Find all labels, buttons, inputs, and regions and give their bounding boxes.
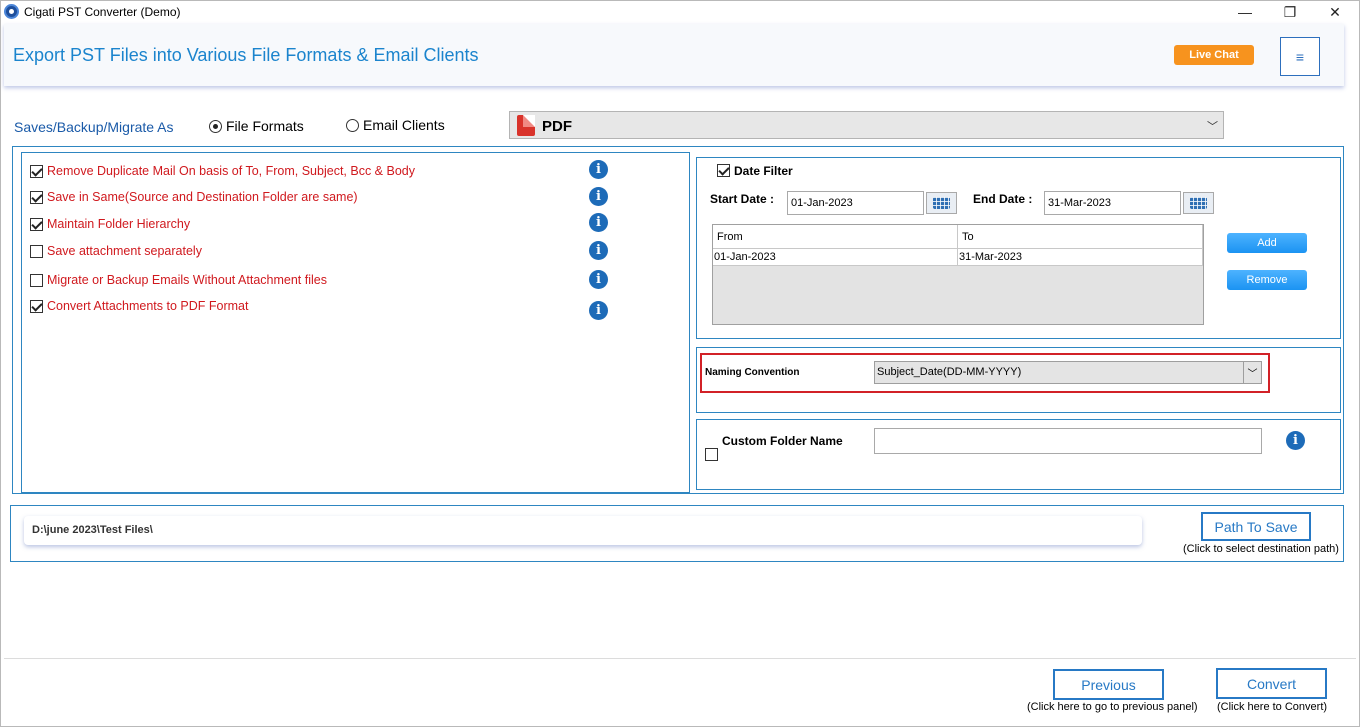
minimize-button[interactable]: —: [1222, 0, 1268, 24]
option-label: Save in Same(Source and Destination Fold…: [47, 190, 358, 204]
pdf-file-icon: [517, 115, 535, 136]
option-row-folder-hierarchy[interactable]: Maintain Folder Hierarchy: [30, 216, 190, 232]
option-row-without-attachment[interactable]: Migrate or Backup Emails Without Attachm…: [30, 272, 327, 288]
radio-file-formats[interactable]: [209, 120, 222, 133]
save-as-label: Saves/Backup/Migrate As: [14, 119, 174, 135]
close-button[interactable]: ✕: [1312, 0, 1358, 24]
end-date-input[interactable]: 31-Mar-2023: [1044, 191, 1181, 215]
start-date-input[interactable]: 01-Jan-2023: [787, 191, 924, 215]
start-calendar-icon[interactable]: [926, 192, 957, 214]
option-row-save-in-same[interactable]: Save in Same(Source and Destination Fold…: [30, 189, 358, 205]
remove-button[interactable]: Remove: [1227, 270, 1307, 290]
info-icon[interactable]: i: [589, 187, 608, 206]
info-icon[interactable]: i: [589, 301, 608, 320]
naming-convention-label: Naming Convention: [705, 367, 800, 378]
custom-folder-label: Custom Folder Name: [722, 434, 843, 448]
live-chat-button[interactable]: Live Chat: [1174, 45, 1254, 65]
path-to-save-button[interactable]: Path To Save: [1201, 512, 1311, 541]
previous-button[interactable]: Previous: [1053, 669, 1164, 700]
option-row-remove-duplicate[interactable]: Remove Duplicate Mail On basis of To, Fr…: [30, 163, 415, 179]
checkbox-save-attachment[interactable]: [30, 244, 43, 258]
info-icon[interactable]: i: [589, 160, 608, 179]
naming-convention-dropdown[interactable]: Subject_Date(DD-MM-YYYY) ﹀: [874, 361, 1262, 384]
start-date-label: Start Date :: [710, 192, 775, 206]
table-header-from: From: [713, 225, 958, 249]
chevron-down-icon: ﹀: [1207, 121, 1218, 133]
info-icon[interactable]: i: [589, 213, 608, 232]
format-selected-value: PDF: [542, 118, 572, 135]
add-button[interactable]: Add: [1227, 233, 1307, 253]
option-row-save-attachment[interactable]: Save attachment separately: [30, 243, 202, 259]
path-hint: (Click to select destination path): [1183, 543, 1339, 555]
option-row-convert-attachments[interactable]: Convert Attachments to PDF Format: [30, 298, 248, 314]
radio-email-clients-label[interactable]: Email Clients: [363, 117, 445, 133]
checkbox-date-filter[interactable]: [717, 164, 730, 177]
option-label: Migrate or Backup Emails Without Attachm…: [47, 273, 327, 287]
end-date-label: End Date :: [973, 192, 1033, 206]
convert-button[interactable]: Convert: [1216, 668, 1327, 699]
checkbox-save-in-same[interactable]: [30, 190, 43, 204]
table-cell-from[interactable]: 01-Jan-2023: [713, 249, 958, 266]
menu-button[interactable]: ≡: [1280, 37, 1320, 76]
option-label: Remove Duplicate Mail On basis of To, Fr…: [47, 164, 415, 178]
table-header-to: To: [958, 225, 1203, 249]
maximize-button[interactable]: ❐: [1267, 0, 1313, 24]
date-filter-label: Date Filter: [734, 164, 793, 178]
chevron-down-icon: ﹀: [1243, 362, 1261, 383]
option-label: Save attachment separately: [47, 244, 202, 258]
info-icon[interactable]: i: [1286, 431, 1305, 450]
convert-hint: (Click here to Convert): [1217, 701, 1328, 713]
app-logo-icon: [4, 4, 19, 19]
option-label: Maintain Folder Hierarchy: [47, 217, 191, 231]
option-label: Convert Attachments to PDF Format: [47, 299, 249, 313]
path-value: D:\june 2023\Test Files\: [32, 524, 153, 536]
radio-email-clients[interactable]: [346, 119, 359, 132]
format-dropdown[interactable]: PDF ﹀: [509, 111, 1224, 139]
custom-folder-input[interactable]: [874, 428, 1262, 454]
previous-hint: (Click here to go to previous panel): [1027, 701, 1198, 713]
checkbox-without-attachment[interactable]: [30, 273, 43, 287]
date-range-table: From To 01-Jan-2023 31-Mar-2023: [712, 224, 1204, 325]
checkbox-convert-attachments[interactable]: [30, 299, 43, 313]
window-title: Cigati PST Converter (Demo): [24, 5, 181, 19]
title-bar: Cigati PST Converter (Demo) — ❐ ✕: [0, 0, 1360, 24]
info-icon[interactable]: i: [589, 241, 608, 260]
radio-file-formats-label[interactable]: File Formats: [226, 118, 304, 134]
checkbox-folder-hierarchy[interactable]: [30, 217, 43, 231]
path-display: D:\june 2023\Test Files\: [24, 516, 1142, 545]
end-calendar-icon[interactable]: [1183, 192, 1214, 214]
table-cell-to[interactable]: 31-Mar-2023: [958, 249, 1203, 266]
page-title: Export PST Files into Various File Forma…: [13, 45, 479, 65]
info-icon[interactable]: i: [589, 270, 608, 289]
naming-selected-value: Subject_Date(DD-MM-YYYY): [877, 366, 1022, 378]
checkbox-remove-duplicate[interactable]: [30, 164, 43, 178]
footer-divider: [4, 658, 1356, 659]
hamburger-icon: ≡: [1295, 48, 1305, 65]
checkbox-custom-folder[interactable]: [705, 448, 718, 461]
